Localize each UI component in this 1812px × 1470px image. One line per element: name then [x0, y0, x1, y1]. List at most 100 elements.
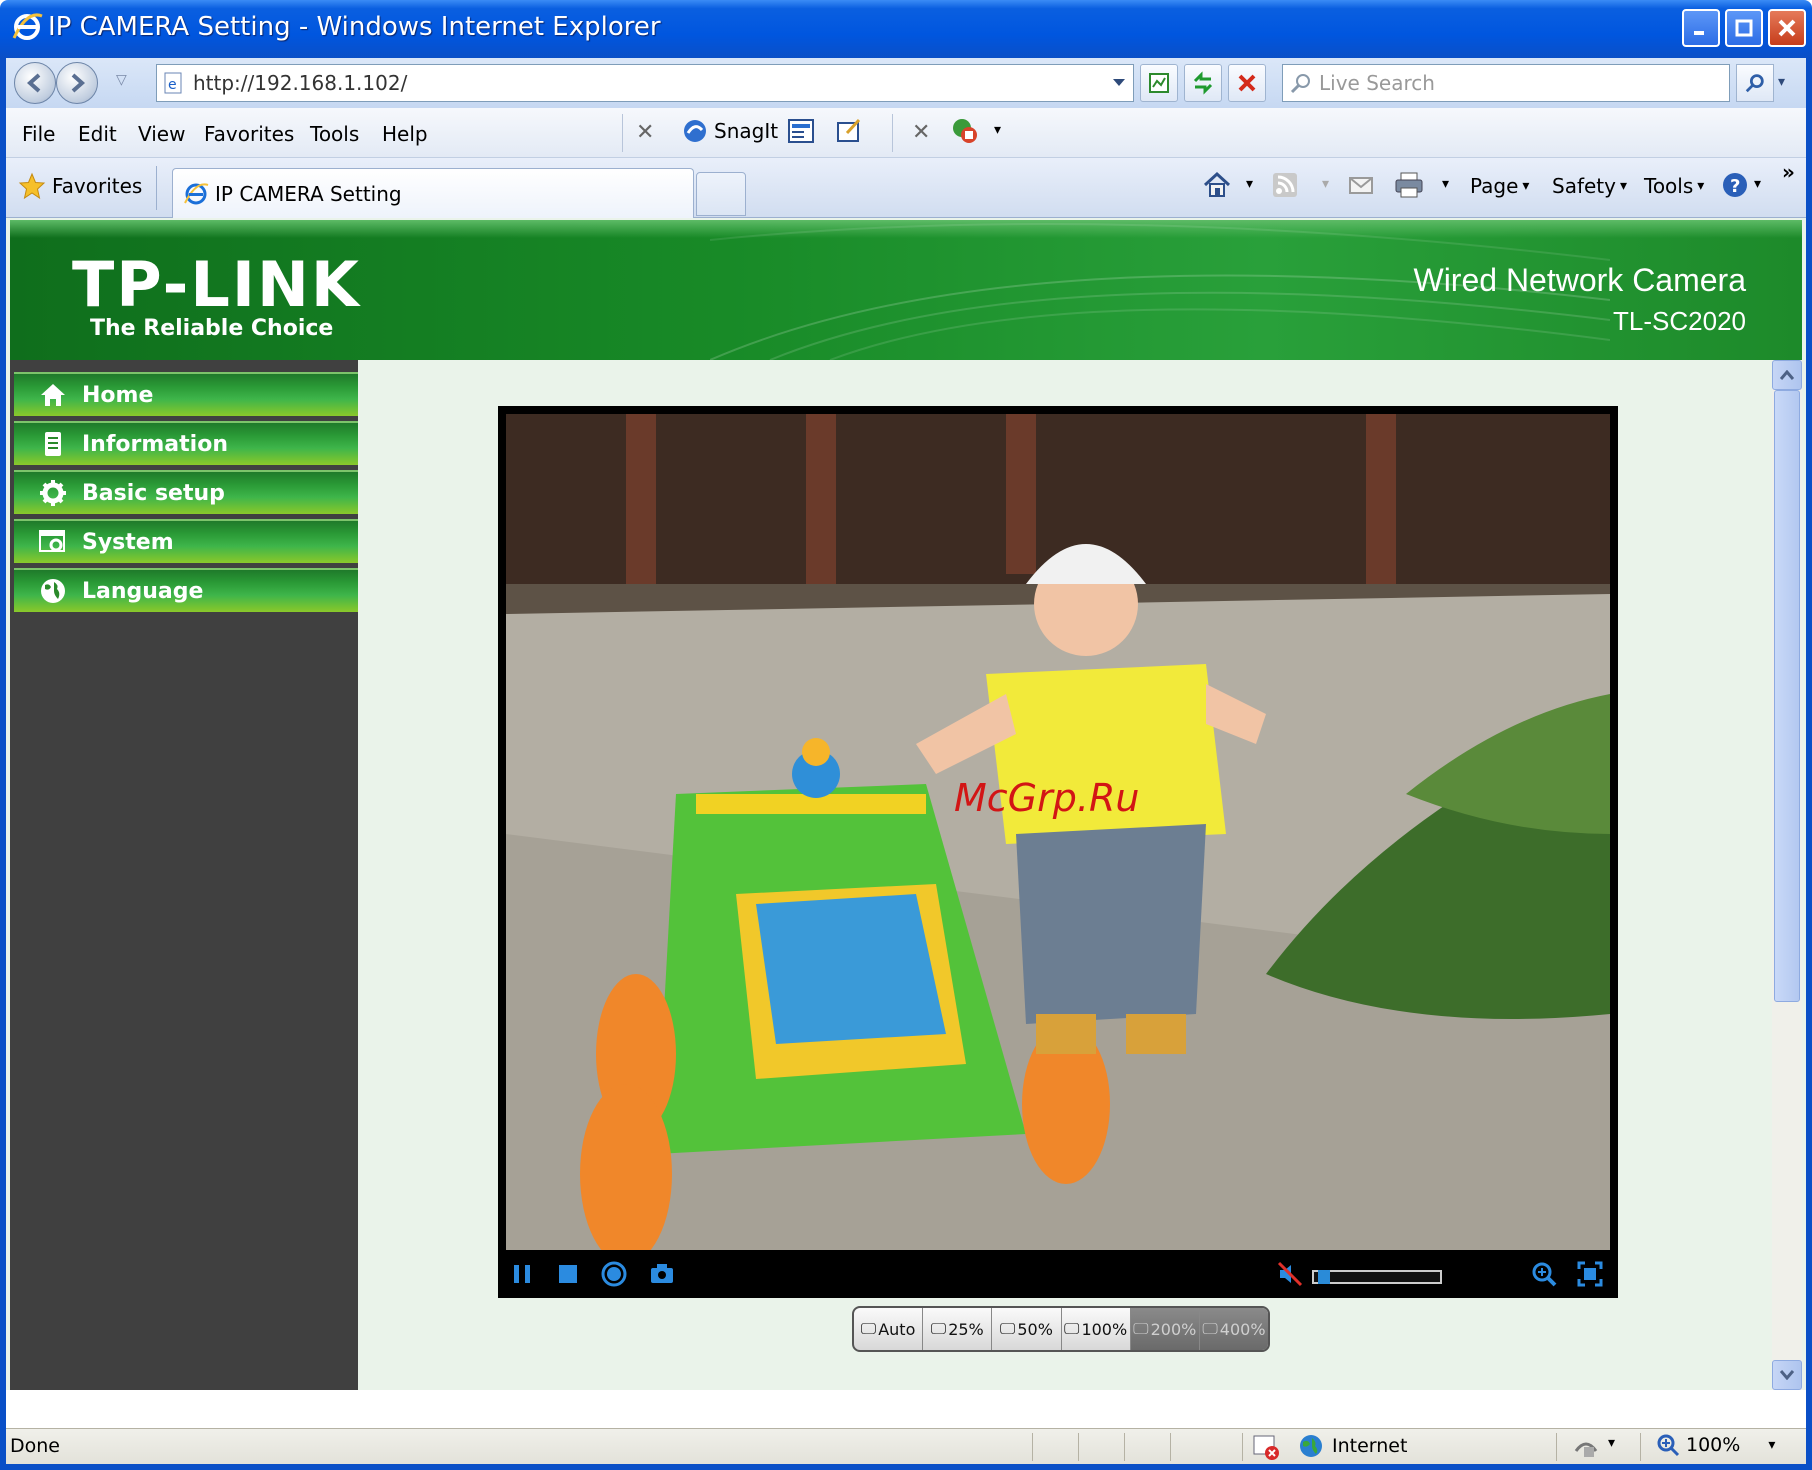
url-input[interactable]	[193, 69, 1093, 97]
search-magnifier-icon	[1289, 71, 1313, 99]
stop-button[interactable]	[1228, 64, 1266, 102]
search-options-dropdown-icon[interactable]: ▾	[1778, 74, 1785, 90]
new-tab-button[interactable]	[696, 172, 746, 216]
menu-file[interactable]: File	[22, 122, 55, 146]
maximize-button[interactable]	[1725, 9, 1763, 47]
ie-logo-icon	[10, 10, 44, 44]
menu-edit[interactable]: Edit	[78, 122, 117, 146]
protected-mode-dropdown-icon[interactable]: ▾	[1608, 1435, 1615, 1451]
menu-separator	[622, 114, 623, 152]
minimize-button[interactable]	[1682, 9, 1720, 47]
chevron-more-icon[interactable]: »	[1782, 160, 1795, 184]
mute-speaker-icon[interactable]	[1276, 1260, 1304, 1288]
menu-tools[interactable]: Tools	[310, 122, 359, 146]
address-dropdown-icon[interactable]	[1105, 65, 1133, 101]
snagit-capture-icon[interactable]	[786, 116, 816, 146]
home-dropdown-icon[interactable]: ▾	[1246, 176, 1253, 192]
sidebar-item-language[interactable]: Language	[14, 568, 358, 612]
popup-blocked-icon[interactable]	[1252, 1433, 1280, 1466]
recent-pages-dropdown-icon[interactable]: ▽	[116, 72, 127, 88]
sidebar-item-basic-setup[interactable]: Basic setup	[14, 470, 358, 514]
help-icon[interactable]: ?	[1720, 170, 1750, 200]
tab-ip-camera-setting[interactable]: IP CAMERA Setting	[172, 168, 694, 218]
zoom-label: 100%	[1081, 1319, 1128, 1339]
status-separator	[1124, 1433, 1125, 1461]
close-window-button[interactable]	[1768, 9, 1806, 47]
favorites-button[interactable]: Favorites	[18, 172, 142, 200]
translate-icon[interactable]	[950, 116, 980, 146]
zoom-100-button[interactable]: 🖵 100%	[1062, 1308, 1131, 1350]
print-icon[interactable]	[1394, 170, 1424, 200]
back-button[interactable]	[14, 62, 56, 104]
zoom-auto-button[interactable]: 🖵 Auto	[854, 1308, 924, 1350]
safety-menu[interactable]: Safety ▾	[1552, 174, 1627, 198]
search-go-button[interactable]	[1736, 64, 1774, 102]
system-icon	[38, 527, 68, 557]
status-bar: Done Internet ▾ 100% ▾	[6, 1428, 1806, 1464]
window-title-bar: IP CAMERA Setting - Windows Internet Exp…	[0, 0, 1812, 58]
tp-link-logo: TP-LINK	[72, 248, 361, 321]
zoom-50-button[interactable]: 🖵 50%	[992, 1308, 1062, 1350]
refresh-button[interactable]	[1184, 64, 1222, 102]
status-separator	[1242, 1433, 1243, 1461]
record-icon[interactable]	[600, 1260, 628, 1288]
sidebar-item-home[interactable]: Home	[14, 372, 358, 416]
monitor-icon: 🖵	[999, 1319, 1016, 1338]
security-zone[interactable]: Internet	[1298, 1433, 1407, 1459]
snapshot-camera-icon[interactable]	[648, 1260, 676, 1288]
snagit-edit-icon[interactable]	[834, 116, 864, 146]
volume-slider-handle[interactable]	[1318, 1270, 1330, 1284]
close-toolbar-icon[interactable]: ✕	[912, 120, 930, 145]
close-toolbar-icon[interactable]: ✕	[636, 120, 654, 145]
menu-bar: File Edit View Favorites Tools Help ✕ Sn…	[6, 108, 1806, 158]
snagit-button[interactable]: SnagIt	[682, 118, 778, 144]
home-icon[interactable]	[1202, 170, 1232, 200]
product-name: Wired Network Camera	[1413, 262, 1746, 298]
zoom-in-icon[interactable]	[1530, 1260, 1558, 1288]
help-dropdown-icon[interactable]: ▾	[1754, 176, 1761, 192]
menu-help[interactable]: Help	[382, 122, 428, 146]
read-mail-icon[interactable]	[1346, 170, 1376, 200]
feeds-dropdown-icon[interactable]: ▾	[1322, 176, 1329, 192]
zoom-level-control[interactable]: 100% ▾	[1656, 1433, 1775, 1457]
status-separator	[1640, 1433, 1641, 1461]
address-box[interactable]: e	[156, 64, 1134, 102]
zoom-400-button[interactable]: 🖵 400%	[1199, 1308, 1268, 1350]
tab-separator	[156, 166, 157, 210]
stop-icon[interactable]	[554, 1260, 582, 1288]
sidebar-item-information[interactable]: Information	[14, 421, 358, 465]
camera-frame-image	[506, 414, 1610, 1250]
page-menu[interactable]: Page ▾	[1470, 174, 1529, 198]
menu-favorites[interactable]: Favorites	[204, 122, 294, 146]
protected-mode-icon[interactable]	[1572, 1433, 1600, 1466]
scroll-up-button[interactable]	[1772, 360, 1802, 390]
favorites-label: Favorites	[52, 174, 143, 198]
window-title: IP CAMERA Setting - Windows Internet Exp…	[48, 12, 661, 42]
print-dropdown-icon[interactable]: ▾	[1442, 176, 1449, 192]
tools-menu[interactable]: Tools ▾	[1644, 174, 1704, 198]
vertical-scroll-thumb[interactable]	[1774, 390, 1800, 1002]
scroll-down-button[interactable]	[1772, 1360, 1802, 1390]
pause-icon[interactable]	[508, 1260, 536, 1288]
search-input[interactable]	[1319, 69, 1719, 97]
safety-dropdown-icon: ▾	[1619, 178, 1628, 194]
gear-icon	[38, 478, 68, 508]
svg-text:?: ?	[1730, 176, 1740, 197]
feeds-icon[interactable]	[1270, 170, 1300, 200]
zoom-200-button[interactable]: 🖵 200%	[1130, 1308, 1200, 1350]
sidebar-item-system[interactable]: System	[14, 519, 358, 563]
sidebar: Home Information Basic setup System Lang…	[10, 360, 358, 1390]
compatibility-view-button[interactable]	[1140, 64, 1178, 102]
translate-dropdown-icon[interactable]: ▾	[994, 122, 1001, 138]
volume-slider[interactable]	[1312, 1270, 1442, 1284]
snagit-label: SnagIt	[714, 119, 779, 143]
forward-button[interactable]	[56, 62, 98, 104]
resolution-zoom-bar: 🖵 Auto 🖵 25% 🖵 50% 🖵 100% 🖵 200% 🖵 400%	[852, 1306, 1270, 1352]
zoom-25-button[interactable]: 🖵 25%	[923, 1308, 993, 1350]
window-frame-right	[1806, 58, 1812, 1470]
zoom-label: 400%	[1219, 1319, 1266, 1339]
fullscreen-icon[interactable]	[1576, 1260, 1604, 1288]
vertical-scrollbar[interactable]	[1772, 360, 1802, 1390]
search-box[interactable]	[1282, 64, 1730, 102]
menu-view[interactable]: View	[138, 122, 185, 146]
